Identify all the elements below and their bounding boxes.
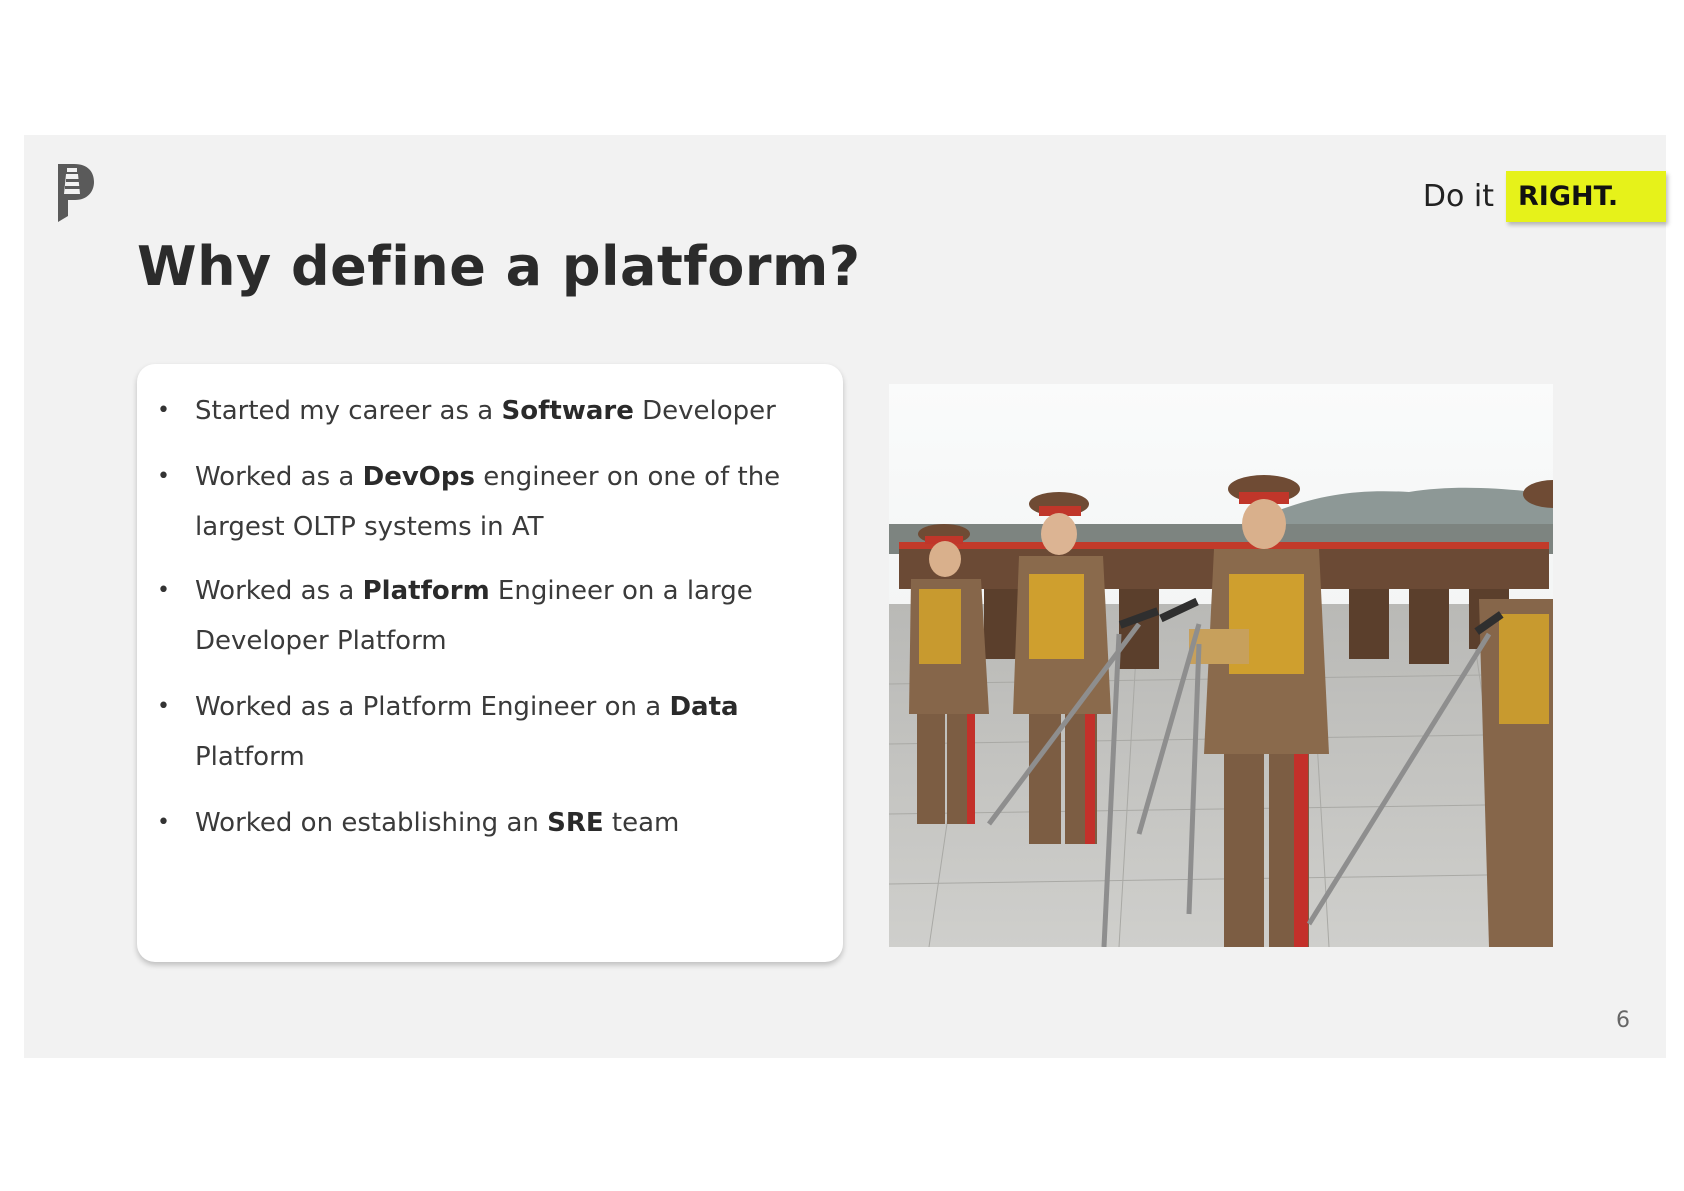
page-number: 6 xyxy=(1616,1008,1630,1033)
list-item: • Worked on establishing an SRE team xyxy=(157,798,827,848)
tagline-prefix: Do it xyxy=(1422,179,1494,214)
bullet-bold: DevOps xyxy=(362,462,475,492)
bullet-icon: • xyxy=(157,810,170,835)
bullet-text: Worked as a xyxy=(195,576,363,606)
tagline: Do it RIGHT. xyxy=(1423,171,1666,222)
bullet-text: Started my career as a xyxy=(195,396,502,426)
officers-photo xyxy=(889,384,1553,947)
list-item: • Worked as a Platform Engineer on a lar… xyxy=(157,566,827,666)
bullet-bold: Software xyxy=(501,396,634,426)
bullet-icon: • xyxy=(157,578,170,603)
bullet-text: Developer xyxy=(633,396,776,426)
lighthouse-logo-icon xyxy=(58,164,94,222)
bullet-text: Platform xyxy=(195,742,305,772)
bullet-text: Worked as a xyxy=(195,462,363,492)
bullet-icon: • xyxy=(157,694,170,719)
bullet-icon: • xyxy=(157,464,170,489)
bullet-bold: SRE xyxy=(547,808,604,838)
bullet-bold: Platform xyxy=(362,576,490,606)
officers-photo-illustration xyxy=(889,384,1553,947)
slide-title: Why define a platform? xyxy=(137,235,861,298)
tagline-highlight: RIGHT. xyxy=(1506,171,1666,222)
list-item: • Started my career as a Software Develo… xyxy=(157,386,827,436)
bullet-icon: • xyxy=(157,398,170,423)
slide: Do it RIGHT. Why define a platform? • St… xyxy=(24,135,1666,1058)
list-item: • Worked as a Platform Engineer on a Dat… xyxy=(157,682,827,782)
experience-card: • Started my career as a Software Develo… xyxy=(137,364,843,962)
bullet-text: Worked as a Platform Engineer on a xyxy=(195,692,670,722)
bullet-text: Worked on establishing an xyxy=(195,808,548,838)
experience-list: • Started my career as a Software Develo… xyxy=(157,386,827,848)
bullet-bold: Data xyxy=(669,692,739,722)
bullet-text: team xyxy=(603,808,680,838)
list-item: • Worked as a DevOps engineer on one of … xyxy=(157,452,827,552)
